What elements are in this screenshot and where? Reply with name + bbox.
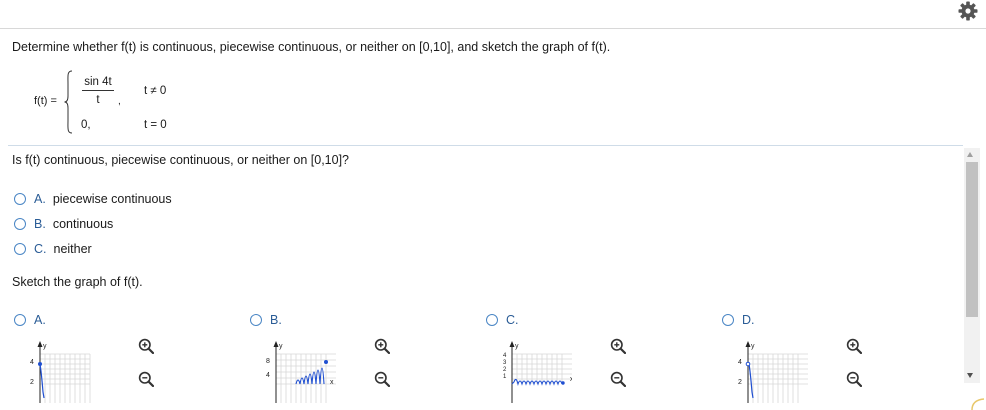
question-prompt: Determine whether f(t) is continuous, pi… xyxy=(12,40,611,54)
zoom-in-icon[interactable] xyxy=(610,338,626,354)
function-label: f(t) = xyxy=(34,95,57,107)
scroll-up-arrow-icon[interactable] xyxy=(967,152,973,157)
y-tick-label: 2 xyxy=(30,379,34,386)
choice-letter: A. xyxy=(34,192,46,206)
choice-a[interactable]: A. piecewise continuous xyxy=(14,192,172,206)
y-axis-label: y xyxy=(43,343,47,350)
gear-icon[interactable] xyxy=(957,0,979,22)
choice-letter: C. xyxy=(34,242,47,256)
x-axis-label: x xyxy=(570,376,572,383)
graph-point xyxy=(561,381,565,385)
zoom-out-icon[interactable] xyxy=(374,371,390,387)
sketch-prompt: Sketch the graph of f(t). xyxy=(12,275,143,289)
zoom-in-icon[interactable] xyxy=(846,338,862,354)
graph-option-letter: A. xyxy=(34,313,46,327)
zoom-in-icon[interactable] xyxy=(138,338,154,354)
choice-c[interactable]: C. neither xyxy=(14,242,92,256)
section-divider xyxy=(8,145,963,146)
y-tick-label: 8 xyxy=(266,358,270,365)
case1-condition: t ≠ 0 xyxy=(144,85,167,97)
top-divider xyxy=(0,28,986,29)
zoom-out-icon[interactable] xyxy=(138,371,154,387)
radio-button[interactable] xyxy=(250,314,262,326)
y-tick-label: 4 xyxy=(738,359,742,366)
fraction: sin 4t t xyxy=(80,76,116,106)
zoom-out-icon[interactable] xyxy=(846,371,862,387)
case1-comma: , xyxy=(118,96,121,107)
graph-option-letter: C. xyxy=(506,313,519,327)
left-brace xyxy=(64,70,73,134)
case2-value: 0, xyxy=(81,119,91,131)
zoom-in-icon[interactable] xyxy=(374,338,390,354)
corner-decoration xyxy=(971,398,985,410)
graph-option-b[interactable]: B. xyxy=(250,313,282,327)
choice-text: neither xyxy=(53,242,92,256)
graph-option-letter: B. xyxy=(270,313,282,327)
scrollbar-thumb[interactable] xyxy=(966,162,978,317)
radio-button[interactable] xyxy=(14,193,26,205)
radio-button[interactable] xyxy=(14,314,26,326)
graph-option-d[interactable]: D. xyxy=(722,313,755,327)
y-axis-label: y xyxy=(515,343,519,350)
graph-c-thumbnail[interactable]: y 4 3 2 1 x xyxy=(500,340,572,403)
zoom-out-icon[interactable] xyxy=(610,371,626,387)
y-tick-label: 4 xyxy=(266,372,270,379)
y-axis-label: y xyxy=(751,343,755,350)
choice-b[interactable]: B. continuous xyxy=(14,217,113,231)
case2-condition: t = 0 xyxy=(144,119,167,131)
choice-text: continuous xyxy=(52,217,114,231)
choice-text: piecewise continuous xyxy=(52,192,172,206)
radio-button[interactable] xyxy=(14,243,26,255)
graph-point xyxy=(324,360,328,364)
radio-button[interactable] xyxy=(14,218,26,230)
y-tick-label: 4 xyxy=(503,353,507,359)
radio-button[interactable] xyxy=(486,314,498,326)
graph-a-thumbnail[interactable]: y 4 2 xyxy=(28,340,100,403)
y-tick-label: 2 xyxy=(503,367,507,373)
graph-b-thumbnail[interactable]: y 8 4 x xyxy=(264,340,336,403)
graph-point xyxy=(745,361,751,367)
y-tick-label: 2 xyxy=(738,379,742,386)
fraction-denominator: t xyxy=(96,94,100,106)
y-tick-label: 4 xyxy=(30,359,34,366)
graph-option-a[interactable]: A. xyxy=(14,313,46,327)
y-axis-label: y xyxy=(279,343,283,350)
sub-question: Is f(t) continuous, piecewise continuous… xyxy=(12,153,349,167)
x-axis-label: x xyxy=(330,379,334,386)
radio-button[interactable] xyxy=(722,314,734,326)
y-tick-label: 1 xyxy=(503,374,507,380)
y-tick-label: 3 xyxy=(503,360,507,366)
graph-option-c[interactable]: C. xyxy=(486,313,519,327)
graph-d-thumbnail[interactable]: y 4 2 xyxy=(736,340,808,403)
fraction-numerator: sin 4t xyxy=(84,76,112,88)
choice-letter: B. xyxy=(34,217,46,231)
graph-option-letter: D. xyxy=(742,313,755,327)
scroll-down-arrow-icon[interactable] xyxy=(967,373,973,378)
